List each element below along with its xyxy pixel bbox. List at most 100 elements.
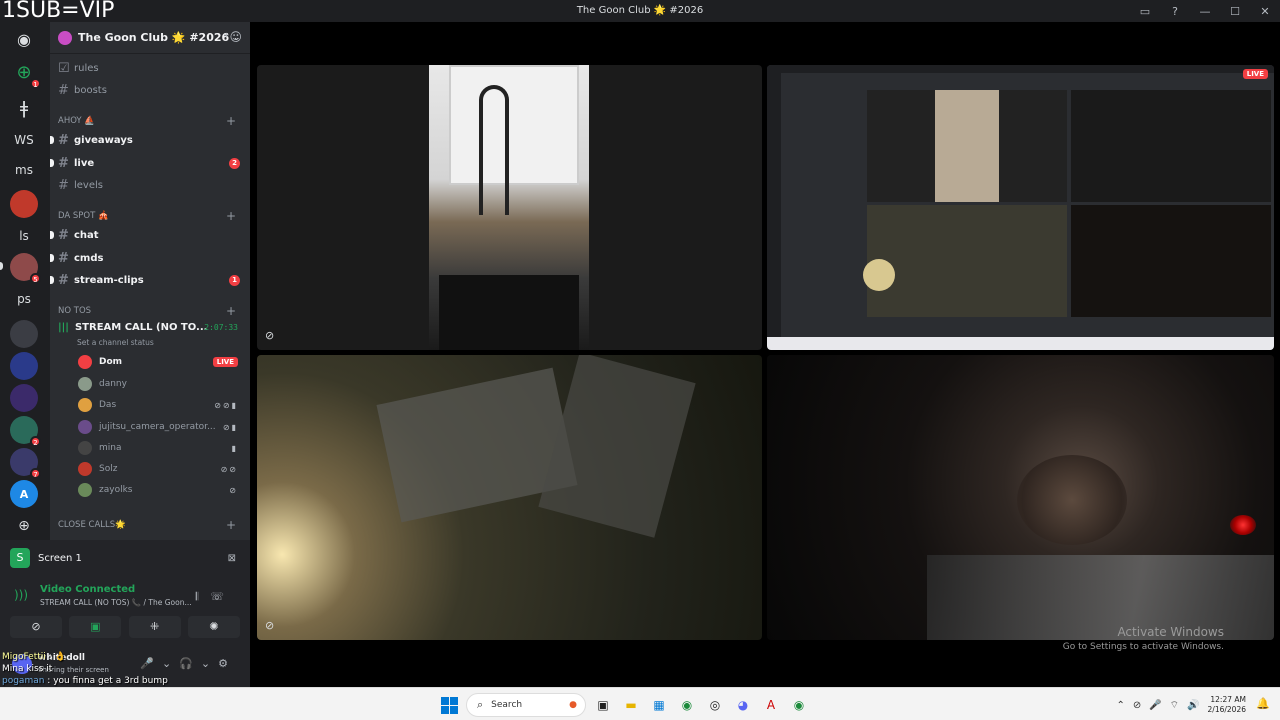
channel-boosts[interactable]: # boosts [58, 80, 244, 100]
channel-label: boosts [74, 84, 107, 96]
invite-people-icon[interactable]: ⁺☺ [223, 30, 242, 44]
share-screen-button[interactable]: ▣ [69, 616, 122, 638]
category-close-calls[interactable]: CLOSE CALLS🌟 + [58, 517, 244, 533]
category-ahoy[interactable]: AHOY ⛵ + [58, 113, 244, 129]
soundboard-button[interactable]: ✺ [187, 616, 240, 638]
add-channel-icon[interactable]: + [226, 518, 236, 532]
network-icon[interactable]: ⊘ [1133, 700, 1141, 711]
server-icon-c[interactable] [10, 384, 38, 412]
server-icon-e[interactable]: 7 [10, 448, 41, 479]
chat-message: MigoFettii : 👌 [2, 652, 66, 662]
volume-icon[interactable]: 🔊 [1187, 700, 1199, 711]
voice-connected-channel[interactable]: STREAM CALL (NO TOS) 📞 / The Goon... [40, 598, 192, 607]
discord-icon[interactable]: ◕ [732, 694, 754, 716]
file-explorer-icon[interactable]: ▬ [620, 694, 642, 716]
channel-stream-clips[interactable]: # stream-clips 1 [50, 270, 244, 290]
store-icon[interactable]: ▦ [648, 694, 670, 716]
unread-dot [50, 276, 54, 284]
add-channel-icon[interactable]: + [226, 114, 236, 128]
voice-member-zayolks[interactable]: zayolks ⊘ [78, 480, 242, 500]
server-icon-f[interactable]: A [10, 480, 38, 508]
muted-icon: ⊘ [229, 485, 238, 495]
member-name: Solz [99, 464, 118, 474]
mention-badge: 1 [229, 274, 240, 286]
voice-member-mina[interactable]: mina ▮ [78, 438, 242, 458]
channel-giveaways[interactable]: # giveaways [50, 130, 244, 150]
voice-connected-label[interactable]: Video Connected [40, 584, 135, 595]
notifications-icon[interactable]: 🔔 [1256, 697, 1270, 710]
help-icon[interactable]: ? [1160, 5, 1190, 18]
server-icon-a[interactable] [10, 320, 38, 348]
voice-member-jujitsu[interactable]: jujitsu_camera_operator... ⊘▮ [78, 417, 242, 437]
server-icon-ch[interactable]: ǂ [10, 94, 38, 122]
screen-share-row[interactable]: S Screen 1 ⊠ [10, 548, 240, 568]
channel-rules[interactable]: ☑ rules [58, 58, 244, 78]
video-tile-dim-room[interactable]: ⊘ [257, 355, 762, 640]
muted-deafened-icons: ⊘⊘ [220, 464, 238, 474]
channel-chat[interactable]: # chat [50, 225, 244, 245]
task-view-icon[interactable]: ▣ [592, 694, 614, 716]
channel-cmds[interactable]: # cmds [50, 248, 244, 268]
server-icon-b[interactable] [10, 352, 38, 380]
inbox-icon[interactable]: ▭ [1130, 5, 1160, 18]
close-button[interactable]: ✕ [1250, 5, 1280, 18]
add-channel-icon[interactable]: + [226, 304, 236, 318]
chrome-icon[interactable]: ◉ [676, 694, 698, 716]
server-icon-goon-club[interactable]: 5 [10, 253, 41, 284]
member-name: zayolks [99, 485, 133, 495]
minimize-button[interactable]: — [1190, 5, 1220, 18]
hash-icon: # [58, 227, 69, 243]
hash-icon: # [58, 272, 69, 288]
camera-off-button[interactable]: ⊘ [10, 616, 62, 638]
unread-dot [50, 254, 54, 262]
activities-button[interactable]: ⁜ [128, 616, 181, 638]
chevron-up-icon[interactable]: ⌃ [1116, 700, 1124, 711]
voice-channel-stream-call[interactable]: ||| STREAM CALL (NO TO... 2:07:33 [58, 322, 244, 333]
channel-levels[interactable]: # levels [58, 175, 244, 195]
voice-member-solz[interactable]: Solz ⊘⊘ [78, 459, 242, 479]
category-label: AHOY ⛵ [58, 116, 95, 126]
obs-icon[interactable]: ◎ [704, 694, 726, 716]
discord-home-icon[interactable]: ◉ [10, 25, 38, 53]
signal-icon[interactable]: ))) [14, 588, 28, 602]
chrome-profile-icon[interactable]: ◉ [788, 694, 810, 716]
voice-member-danny[interactable]: danny [78, 374, 242, 394]
video-tile-screen-share[interactable]: LIVE [767, 65, 1274, 350]
channel-status[interactable]: Set a channel status [77, 338, 154, 347]
category-da-spot[interactable]: DA SPOT 🎪 + [58, 208, 244, 224]
windows-start-icon[interactable] [438, 694, 460, 716]
noise-disconnect-controls[interactable]: 𝄃☏ [196, 590, 236, 604]
clock[interactable]: 12:27 AM 2/16/2026 [1208, 695, 1246, 715]
server-icon-red[interactable] [10, 190, 38, 218]
server-logo-icon [58, 30, 72, 45]
avatar [78, 483, 92, 497]
acrobat-icon[interactable]: A [760, 694, 782, 716]
server-icon-d[interactable]: 2 [10, 416, 41, 447]
member-name: mina [99, 443, 122, 453]
chat-message: Mina kiss it [2, 664, 168, 676]
server-name: The Goon Club 🌟 #2026 [78, 31, 230, 44]
server-icon-ms[interactable]: ms [10, 156, 38, 184]
member-name: Das [99, 400, 117, 410]
category-no-tos[interactable]: NO TOS + [58, 303, 244, 319]
video-tile-bed[interactable] [767, 355, 1274, 640]
server-icon-ls[interactable]: ls [10, 222, 38, 250]
taskbar-apps: ⌕ Search ● ▣ ▬ ▦ ◉ ◎ ◕ A ◉ [438, 692, 810, 718]
server-icon-ps[interactable]: ps [10, 285, 38, 313]
add-server-plus-icon[interactable]: ⊕ [10, 512, 38, 540]
server-header[interactable]: The Goon Club 🌟 #2026 ⌄ ⁺☺ [50, 22, 250, 54]
voice-member-das[interactable]: Das ⊘⊘▮ [78, 395, 242, 415]
video-tile-kitchen[interactable]: ⊘ [257, 65, 762, 350]
windows-taskbar: ⌕ Search ● ▣ ▬ ▦ ◉ ◎ ◕ A ◉ ⌃ ⊘ 🎤 ⌔ 🔊 12:27… [0, 687, 1280, 720]
wifi-icon[interactable]: ⌔ [1170, 699, 1179, 712]
call-timer: 2:07:33 [204, 323, 238, 332]
mic-icon[interactable]: 🎤 [1149, 700, 1161, 711]
stop-stream-icon[interactable]: ⊠ [228, 553, 236, 564]
channel-live[interactable]: # live 2 [50, 153, 244, 173]
voice-member-dom[interactable]: Dom LIVE [78, 352, 242, 372]
add-server-icon[interactable]: ⊕ 1 [10, 58, 41, 89]
server-icon-ws[interactable]: WS [10, 126, 38, 154]
maximize-button[interactable]: ☐ [1220, 5, 1250, 18]
add-channel-icon[interactable]: + [226, 209, 236, 223]
taskbar-search[interactable]: ⌕ Search ● [466, 693, 586, 717]
